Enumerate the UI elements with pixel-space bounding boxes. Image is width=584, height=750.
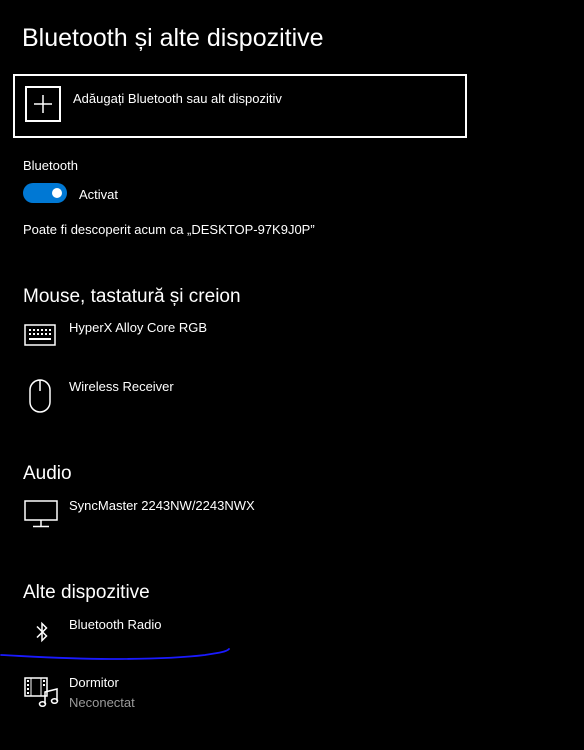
plus-icon [25, 86, 61, 122]
bluetooth-label: Bluetooth [23, 158, 78, 173]
section-title-audio: Audio [23, 463, 72, 484]
device-name: Wireless Receiver [69, 379, 174, 394]
monitor-icon [24, 500, 58, 528]
device-name: Bluetooth Radio [69, 617, 162, 632]
device-item-dormitor[interactable]: Dormitor Neconectat [22, 672, 442, 714]
section-title-mouse-keyboard-pen: Mouse, tastatură și creion [23, 286, 241, 307]
mouse-icon [28, 378, 52, 414]
media-device-icon [24, 676, 60, 708]
device-item-wireless-receiver[interactable]: Wireless Receiver [22, 376, 442, 416]
bluetooth-toggle[interactable] [23, 183, 67, 203]
discoverable-text: Poate fi descoperit acum ca „DESKTOP-97K… [23, 222, 315, 237]
device-item-syncmaster[interactable]: SyncMaster 2243NW/2243NWX [22, 494, 442, 534]
toggle-knob [52, 188, 62, 198]
device-status: Neconectat [69, 695, 135, 710]
device-item-hyperx[interactable]: HyperX Alloy Core RGB [22, 318, 442, 358]
add-device-button[interactable]: Adăugați Bluetooth sau alt dispozitiv [13, 74, 467, 138]
bluetooth-toggle-state: Activat [79, 187, 119, 202]
device-name: Dormitor [69, 675, 119, 690]
device-name: SyncMaster 2243NW/2243NWX [69, 498, 255, 513]
section-title-other-devices: Alte dispozitive [23, 582, 150, 603]
keyboard-icon [24, 324, 56, 346]
device-name: HyperX Alloy Core RGB [69, 320, 207, 335]
hand-drawn-underline [0, 648, 230, 660]
add-device-label: Adăugați Bluetooth sau alt dispozitiv [73, 91, 282, 106]
page-title: Bluetooth și alte dispozitive [22, 24, 324, 52]
